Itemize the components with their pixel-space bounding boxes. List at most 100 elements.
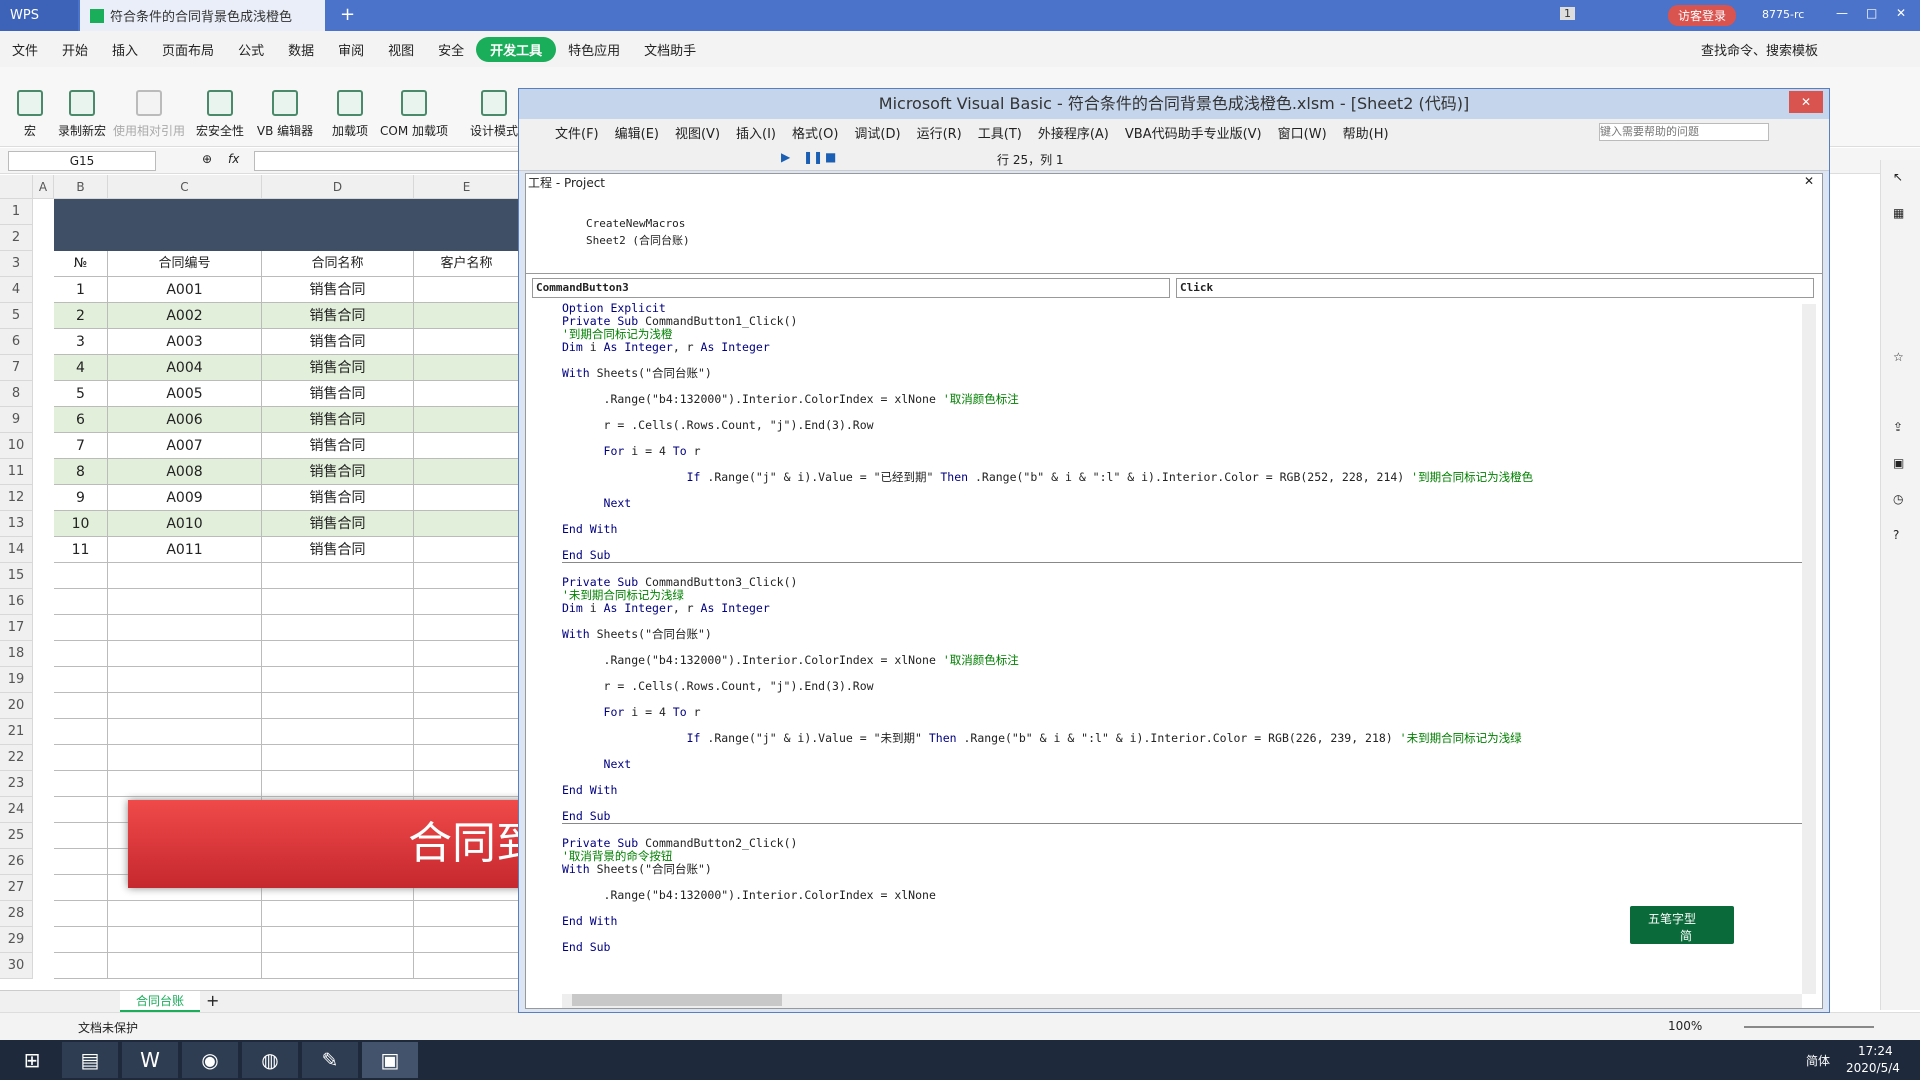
- col-header-a[interactable]: A: [33, 175, 54, 199]
- table-cell[interactable]: [414, 407, 520, 433]
- menu-start[interactable]: 开始: [50, 40, 100, 59]
- row-header[interactable]: 7: [0, 355, 33, 381]
- vbe-menu-tools[interactable]: 工具(T): [970, 123, 1030, 142]
- table-cell[interactable]: A009: [108, 485, 262, 511]
- table-cell[interactable]: 8: [54, 459, 108, 485]
- empty-cell[interactable]: [54, 641, 108, 667]
- table-cell[interactable]: [414, 433, 520, 459]
- table-cell[interactable]: A001: [108, 277, 262, 303]
- new-tab-button[interactable]: +: [340, 4, 355, 25]
- menu-page-layout[interactable]: 页面布局: [150, 40, 226, 59]
- empty-cell[interactable]: [54, 901, 108, 927]
- empty-cell[interactable]: [108, 771, 262, 797]
- vbe-close-icon[interactable]: ✕: [1789, 91, 1823, 113]
- empty-cell[interactable]: [108, 589, 262, 615]
- menu-security[interactable]: 安全: [426, 40, 476, 59]
- run-icon[interactable]: ▶: [781, 150, 790, 164]
- empty-cell[interactable]: [108, 719, 262, 745]
- vbe-taskbar-icon[interactable]: ▣: [362, 1042, 418, 1078]
- table-cell[interactable]: 销售合同: [262, 511, 414, 537]
- menu-insert[interactable]: 插入: [100, 40, 150, 59]
- vbe-menu-view[interactable]: 视图(V): [667, 123, 728, 142]
- help-icon[interactable]: ?: [1893, 528, 1899, 542]
- notes-icon[interactable]: ✎: [302, 1042, 358, 1078]
- vbe-menu-vba-helper[interactable]: VBA代码助手专业版(V): [1117, 123, 1270, 142]
- row-header[interactable]: 29: [0, 927, 33, 953]
- empty-cell[interactable]: [262, 563, 414, 589]
- row-header[interactable]: 25: [0, 823, 33, 849]
- fx-label[interactable]: fx: [228, 152, 239, 166]
- macro-security-button[interactable]: 宏安全性: [192, 73, 248, 139]
- empty-cell[interactable]: [108, 745, 262, 771]
- table-cell[interactable]: 2: [54, 303, 108, 329]
- contract-button[interactable]: 合同到: [128, 800, 520, 888]
- table-cell[interactable]: A008: [108, 459, 262, 485]
- menu-developer[interactable]: 开发工具: [476, 36, 557, 62]
- file-explorer-icon[interactable]: ▤: [62, 1042, 118, 1078]
- select-icon[interactable]: ↖: [1893, 170, 1903, 184]
- procedure-combo[interactable]: Click: [1176, 278, 1814, 298]
- table-cell[interactable]: A003: [108, 329, 262, 355]
- vbe-menu-run[interactable]: 运行(R): [909, 123, 970, 142]
- row-header[interactable]: 8: [0, 381, 33, 407]
- empty-cell[interactable]: [108, 667, 262, 693]
- empty-cell[interactable]: [262, 589, 414, 615]
- empty-cell[interactable]: [414, 719, 520, 745]
- row-header[interactable]: 17: [0, 615, 33, 641]
- record-macro-button[interactable]: 录制新宏: [50, 73, 114, 139]
- header-cell[interactable]: 合同名称: [262, 251, 414, 277]
- empty-cell[interactable]: [414, 641, 520, 667]
- empty-cell[interactable]: [54, 589, 108, 615]
- table-cell[interactable]: 4: [54, 355, 108, 381]
- col-header-e[interactable]: E: [414, 175, 520, 199]
- empty-cell[interactable]: [54, 823, 108, 849]
- empty-cell[interactable]: [414, 589, 520, 615]
- header-cell[interactable]: №: [54, 251, 108, 277]
- table-cell[interactable]: 销售合同: [262, 537, 414, 563]
- table-cell[interactable]: 11: [54, 537, 108, 563]
- tree-item-sheet2[interactable]: Sheet2 (合同台账): [586, 232, 690, 248]
- empty-cell[interactable]: [414, 927, 520, 953]
- empty-cell[interactable]: [54, 927, 108, 953]
- empty-cell[interactable]: [108, 927, 262, 953]
- empty-cell[interactable]: [414, 771, 520, 797]
- row-header[interactable]: 26: [0, 849, 33, 875]
- empty-cell[interactable]: [54, 563, 108, 589]
- empty-cell[interactable]: [262, 953, 414, 979]
- empty-cell[interactable]: [414, 563, 520, 589]
- table-cell[interactable]: A010: [108, 511, 262, 537]
- table-cell[interactable]: 销售合同: [262, 355, 414, 381]
- empty-cell[interactable]: [54, 875, 108, 901]
- row-header[interactable]: 20: [0, 693, 33, 719]
- menu-data[interactable]: 数据: [276, 40, 326, 59]
- com-addins-button[interactable]: COM 加载项: [376, 73, 452, 139]
- protect-status[interactable]: 文档未保护: [78, 1019, 138, 1036]
- row-header[interactable]: 13: [0, 511, 33, 537]
- empty-cell[interactable]: [262, 641, 414, 667]
- vbe-menu-addins[interactable]: 外接程序(A): [1030, 123, 1117, 142]
- table-cell[interactable]: [414, 277, 520, 303]
- table-cell[interactable]: 销售合同: [262, 407, 414, 433]
- design-mode-button[interactable]: 设计模式: [466, 73, 522, 139]
- table-cell[interactable]: A007: [108, 433, 262, 459]
- minimize-icon[interactable]: —: [1836, 6, 1848, 20]
- empty-cell[interactable]: [54, 745, 108, 771]
- empty-cell[interactable]: [414, 667, 520, 693]
- menu-review[interactable]: 审阅: [326, 40, 376, 59]
- vbe-menu-file[interactable]: 文件(F): [519, 123, 607, 142]
- history-icon[interactable]: ◷: [1893, 492, 1903, 506]
- wps-home-tab[interactable]: WPS: [0, 0, 78, 31]
- col-header-c[interactable]: C: [108, 175, 262, 199]
- empty-cell[interactable]: [262, 719, 414, 745]
- ime-mode[interactable]: 五笔字型: [1648, 910, 1696, 927]
- empty-cell[interactable]: [54, 849, 108, 875]
- vertical-scrollbar[interactable]: [1802, 304, 1816, 994]
- row-header[interactable]: 5: [0, 303, 33, 329]
- row-header[interactable]: 30: [0, 953, 33, 979]
- tree-item-macros[interactable]: CreateNewMacros: [586, 217, 685, 230]
- add-sheet-button[interactable]: +: [206, 991, 219, 1010]
- empty-cell[interactable]: [54, 771, 108, 797]
- table-cell[interactable]: [414, 355, 520, 381]
- close-icon[interactable]: ✕: [1896, 6, 1906, 20]
- login-button[interactable]: 访客登录: [1668, 5, 1737, 26]
